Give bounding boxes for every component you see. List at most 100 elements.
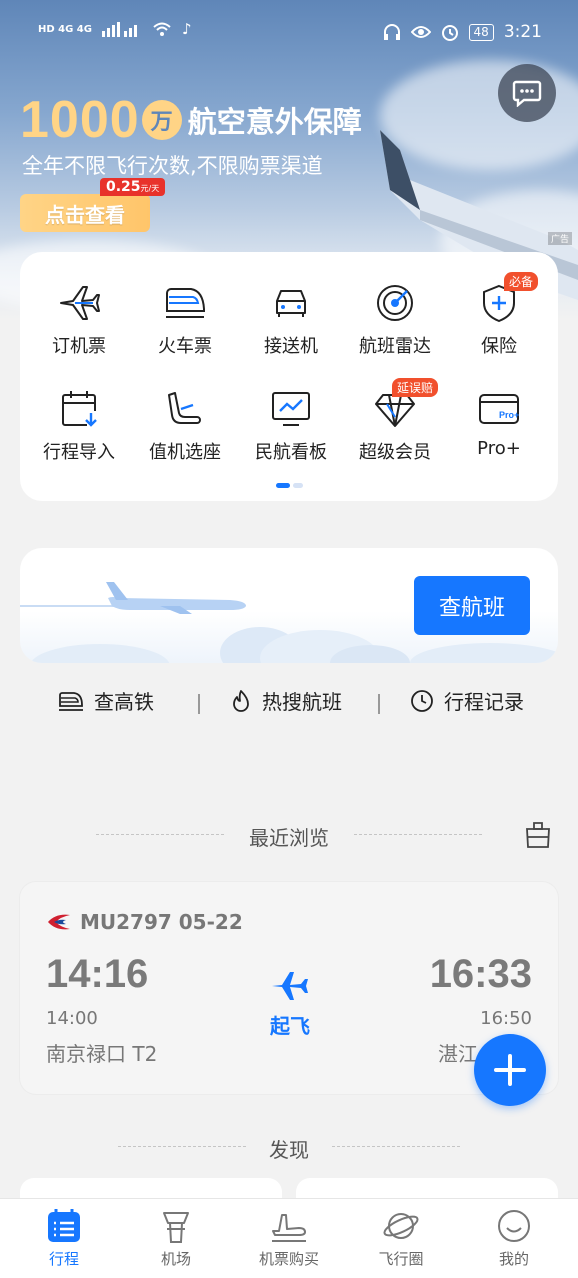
- service-label: 接送机: [264, 336, 318, 357]
- headphones-icon: [383, 24, 400, 40]
- service-super-member[interactable]: 超级会员 延误赔: [342, 378, 448, 480]
- train-icon: [166, 288, 205, 318]
- page-indicator: [276, 483, 303, 488]
- clear-history-icon[interactable]: [524, 820, 552, 850]
- service-airport-transfer[interactable]: 接送机: [238, 278, 344, 374]
- plus-icon: [494, 1054, 526, 1086]
- service-insurance[interactable]: 保险 必备: [446, 272, 552, 374]
- seat-icon: [168, 392, 201, 424]
- car-icon: [276, 290, 306, 317]
- chat-bubble-icon: [512, 80, 542, 107]
- service-label: Pro+: [477, 438, 521, 459]
- promo-amount: 1000: [20, 91, 140, 149]
- nav-label: 飞行圈: [378, 1250, 424, 1268]
- service-label: 超级会员: [359, 442, 431, 463]
- flight-number-date: MU2797 05-22: [80, 910, 243, 934]
- delay-compensation-badge: 延误赔: [392, 378, 439, 397]
- flight-status: 起飞: [264, 968, 316, 1039]
- quick-link-label: 热搜航班: [262, 690, 342, 714]
- service-trip-import[interactable]: 行程导入: [26, 384, 132, 480]
- price-unit: 元/天: [140, 184, 160, 193]
- divider: [198, 694, 200, 714]
- nav-label: 机场: [160, 1250, 191, 1268]
- china-eastern-logo-icon: [48, 914, 70, 930]
- alarm-icon: [441, 25, 458, 41]
- page-dot: [293, 483, 303, 488]
- arrival-actual-time: 16:33: [429, 952, 532, 996]
- nav-airport[interactable]: 机场: [126, 1207, 226, 1269]
- service-label: 行程导入: [43, 442, 115, 463]
- departure-airport: 南京禄口 T2: [46, 1042, 158, 1066]
- promo-title: 航空意外保障: [187, 105, 362, 139]
- quick-links: 查高铁 热搜航班 行程记录: [0, 686, 578, 722]
- eye-icon: [410, 26, 431, 38]
- arrival-airport: 湛江: [438, 1042, 478, 1066]
- service-label: 保险: [481, 336, 517, 357]
- battery-indicator: 48: [468, 23, 494, 41]
- departure-actual-time: 14:16: [46, 952, 149, 996]
- quick-link-label: 查高铁: [94, 690, 154, 714]
- quick-link-hot-flights[interactable]: 热搜航班: [230, 686, 342, 715]
- nav-itinerary[interactable]: 行程: [14, 1207, 114, 1269]
- service-pro-plus[interactable]: Pro+ Pro+: [446, 384, 552, 480]
- discover-section-title: 发现: [269, 1138, 309, 1162]
- nav-profile[interactable]: 我的: [464, 1207, 564, 1269]
- flight-status-label: 起飞: [270, 1014, 310, 1038]
- service-label: 航班雷达: [359, 336, 431, 357]
- service-book-flight[interactable]: 订机票: [26, 278, 132, 374]
- promo-view-button[interactable]: 点击查看: [20, 194, 150, 232]
- flame-icon: [233, 689, 249, 712]
- status-bar: HD 4G 4G ♪ 48 3:21: [0, 18, 578, 52]
- wifi-icon: [153, 22, 171, 36]
- calendar-import-icon: [62, 391, 97, 427]
- radar-icon: [377, 285, 413, 321]
- service-checkin-seat[interactable]: 值机选座: [132, 384, 238, 480]
- required-badge: 必备: [504, 272, 539, 291]
- message-button[interactable]: [498, 64, 556, 122]
- nav-label: 行程: [48, 1250, 79, 1268]
- nav-label: 我的: [498, 1250, 529, 1268]
- promo-subtitle: 全年不限飞行次数,不限购票渠道: [22, 154, 323, 178]
- service-label: 值机选座: [149, 442, 221, 463]
- pro-card-icon: Pro+: [479, 394, 519, 424]
- clock-time: 3:21: [503, 22, 542, 42]
- service-label: 火车票: [158, 336, 212, 357]
- tower-icon: [163, 1212, 189, 1243]
- divider-line: [354, 834, 482, 835]
- flight-search-card[interactable]: 查航班: [20, 548, 558, 663]
- quick-link-trip-history[interactable]: 行程记录: [410, 686, 524, 715]
- network-label: HD 4G 4G: [38, 23, 92, 35]
- signal-icon: [101, 22, 137, 37]
- add-trip-button[interactable]: [474, 1034, 546, 1106]
- service-aviation-board[interactable]: 民航看板: [238, 384, 344, 480]
- monitor-icon: [272, 392, 310, 426]
- search-flight-button[interactable]: 查航班: [414, 576, 530, 635]
- bottom-navigation: 行程 机场 机票购买 飞行圈 我的: [0, 1198, 578, 1278]
- service-train-ticket[interactable]: 火车票: [132, 278, 238, 374]
- nav-label: 机票购买: [258, 1250, 319, 1268]
- music-icon: ♪: [181, 20, 192, 38]
- divider-line: [332, 1146, 460, 1147]
- service-label: 民航看板: [255, 442, 327, 463]
- departure-scheduled-time: 14:00: [46, 1008, 98, 1029]
- departure-plane-icon: [272, 972, 308, 1000]
- nav-flight-circle[interactable]: 飞行圈: [351, 1207, 451, 1269]
- nav-buy-ticket[interactable]: 机票购买: [239, 1207, 339, 1269]
- plane-ticket-icon: [272, 1214, 306, 1242]
- svg-text:Pro+: Pro+: [499, 410, 519, 420]
- planet-icon: [383, 1213, 419, 1239]
- airplane-illustration: [20, 582, 246, 614]
- promo-unit: 万: [141, 100, 182, 140]
- itinerary-icon: [48, 1209, 80, 1242]
- services-grid: 订机票 火车票 接送机 航班雷达 保险 必备 行程导入 值机选座 民航看板 超级…: [20, 252, 558, 501]
- service-flight-radar[interactable]: 航班雷达: [342, 278, 448, 374]
- recent-section-title: 最近浏览: [249, 826, 329, 850]
- page-dot-active: [276, 483, 290, 488]
- train-outline-icon: [59, 691, 83, 711]
- quick-link-high-speed-rail[interactable]: 查高铁: [58, 686, 154, 715]
- price-value: 0.25: [106, 179, 141, 195]
- service-label: 订机票: [52, 336, 106, 357]
- arrival-scheduled-time: 16:50: [480, 1008, 532, 1029]
- clock-icon: [411, 689, 433, 712]
- quick-link-label: 行程记录: [444, 690, 524, 714]
